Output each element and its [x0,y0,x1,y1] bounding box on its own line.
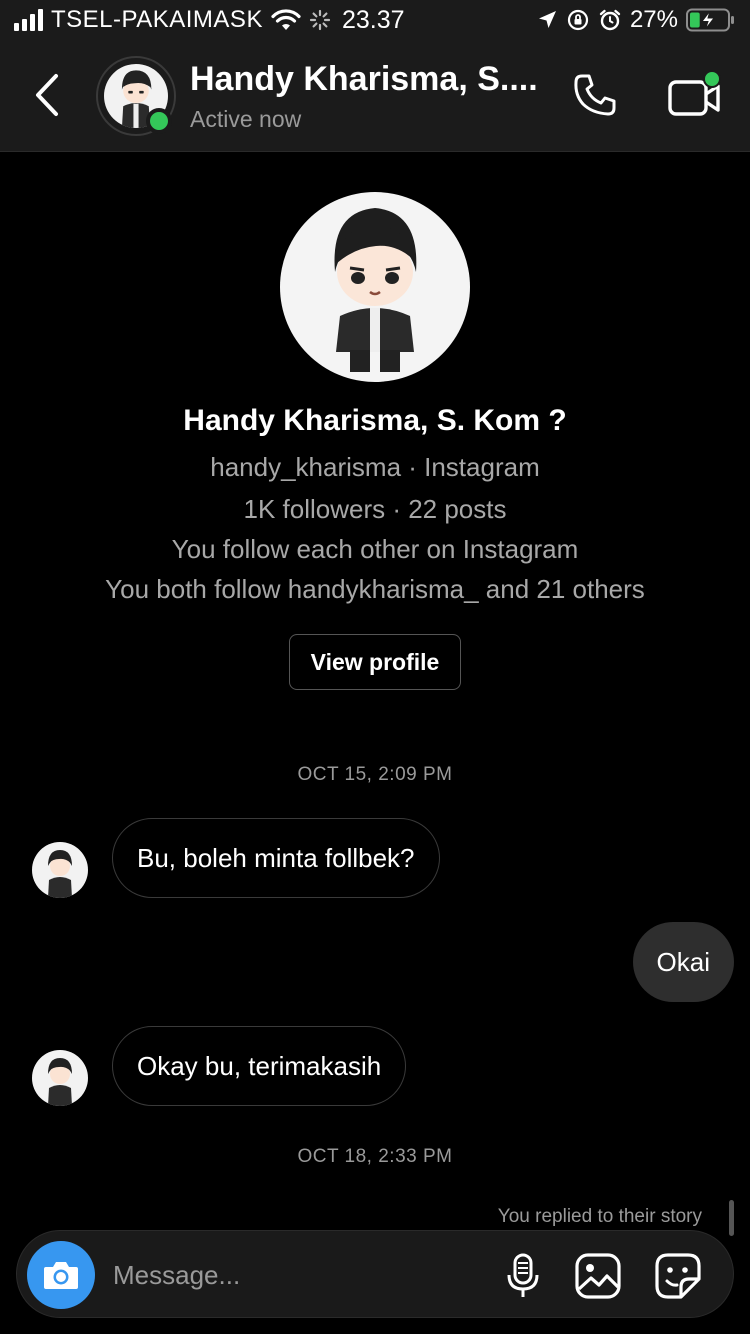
profile-name: Handy Kharisma, S. Kom ? [183,404,567,437]
status-time: 23.37 [342,6,405,34]
gallery-icon[interactable] [573,1251,623,1301]
outgoing-message[interactable]: Okai [632,922,734,1002]
profile-username-line: handy_kharisma · Instagram [210,452,540,482]
camera-button[interactable] [27,1241,95,1309]
location-arrow-icon [538,11,556,28]
status-bar: TSEL-PAKAIMASK 23.37 27% [0,0,750,40]
sender-avatar[interactable] [32,842,88,898]
phone-icon[interactable] [570,70,620,120]
view-profile-button[interactable]: View profile [289,634,461,690]
message-timestamp: OCT 15, 2:09 PM [297,764,453,785]
alarm-icon [599,9,621,31]
story-reply-note: You replied to their story [497,1206,702,1227]
chat-header: Handy Kharisma, S.... Active now [0,40,750,152]
microphone-icon[interactable] [503,1251,543,1301]
camera-icon [44,1262,78,1289]
video-camera-icon[interactable] [666,70,722,122]
message-timestamp: OCT 18, 2:33 PM [297,1146,453,1167]
mutual-followers-text: You both follow handykharisma_ and 21 ot… [105,574,645,604]
orientation-lock-icon [567,9,589,31]
incoming-message[interactable]: Bu, boleh minta follbek? [112,818,440,898]
sender-avatar[interactable] [32,1050,88,1106]
battery-percentage: 27% [629,6,678,33]
signal-icon [14,9,43,31]
battery-icon [686,8,734,32]
contact-name[interactable]: Handy Kharisma, S.... [190,60,538,99]
message-input[interactable] [113,1253,483,1297]
active-status: Active now [190,106,302,132]
profile-stats-line: 1K followers · 22 posts [243,494,507,524]
message-composer [16,1230,734,1318]
back-chevron-icon[interactable] [28,70,68,120]
carrier-name: TSEL-PAKAIMASK [51,6,263,33]
mutual-follow-text: You follow each other on Instagram [171,534,579,564]
scrollbar[interactable] [729,1200,734,1236]
wifi-icon [271,9,301,30]
sticker-icon[interactable] [653,1251,703,1301]
online-status-dot [146,108,172,134]
activity-spinner-icon [309,9,331,31]
profile-avatar[interactable] [280,192,470,382]
status-bar-left: TSEL-PAKAIMASK [14,6,331,34]
incoming-message[interactable]: Okay bu, terimakasih [112,1026,407,1106]
status-bar-right: 27% [536,6,736,34]
